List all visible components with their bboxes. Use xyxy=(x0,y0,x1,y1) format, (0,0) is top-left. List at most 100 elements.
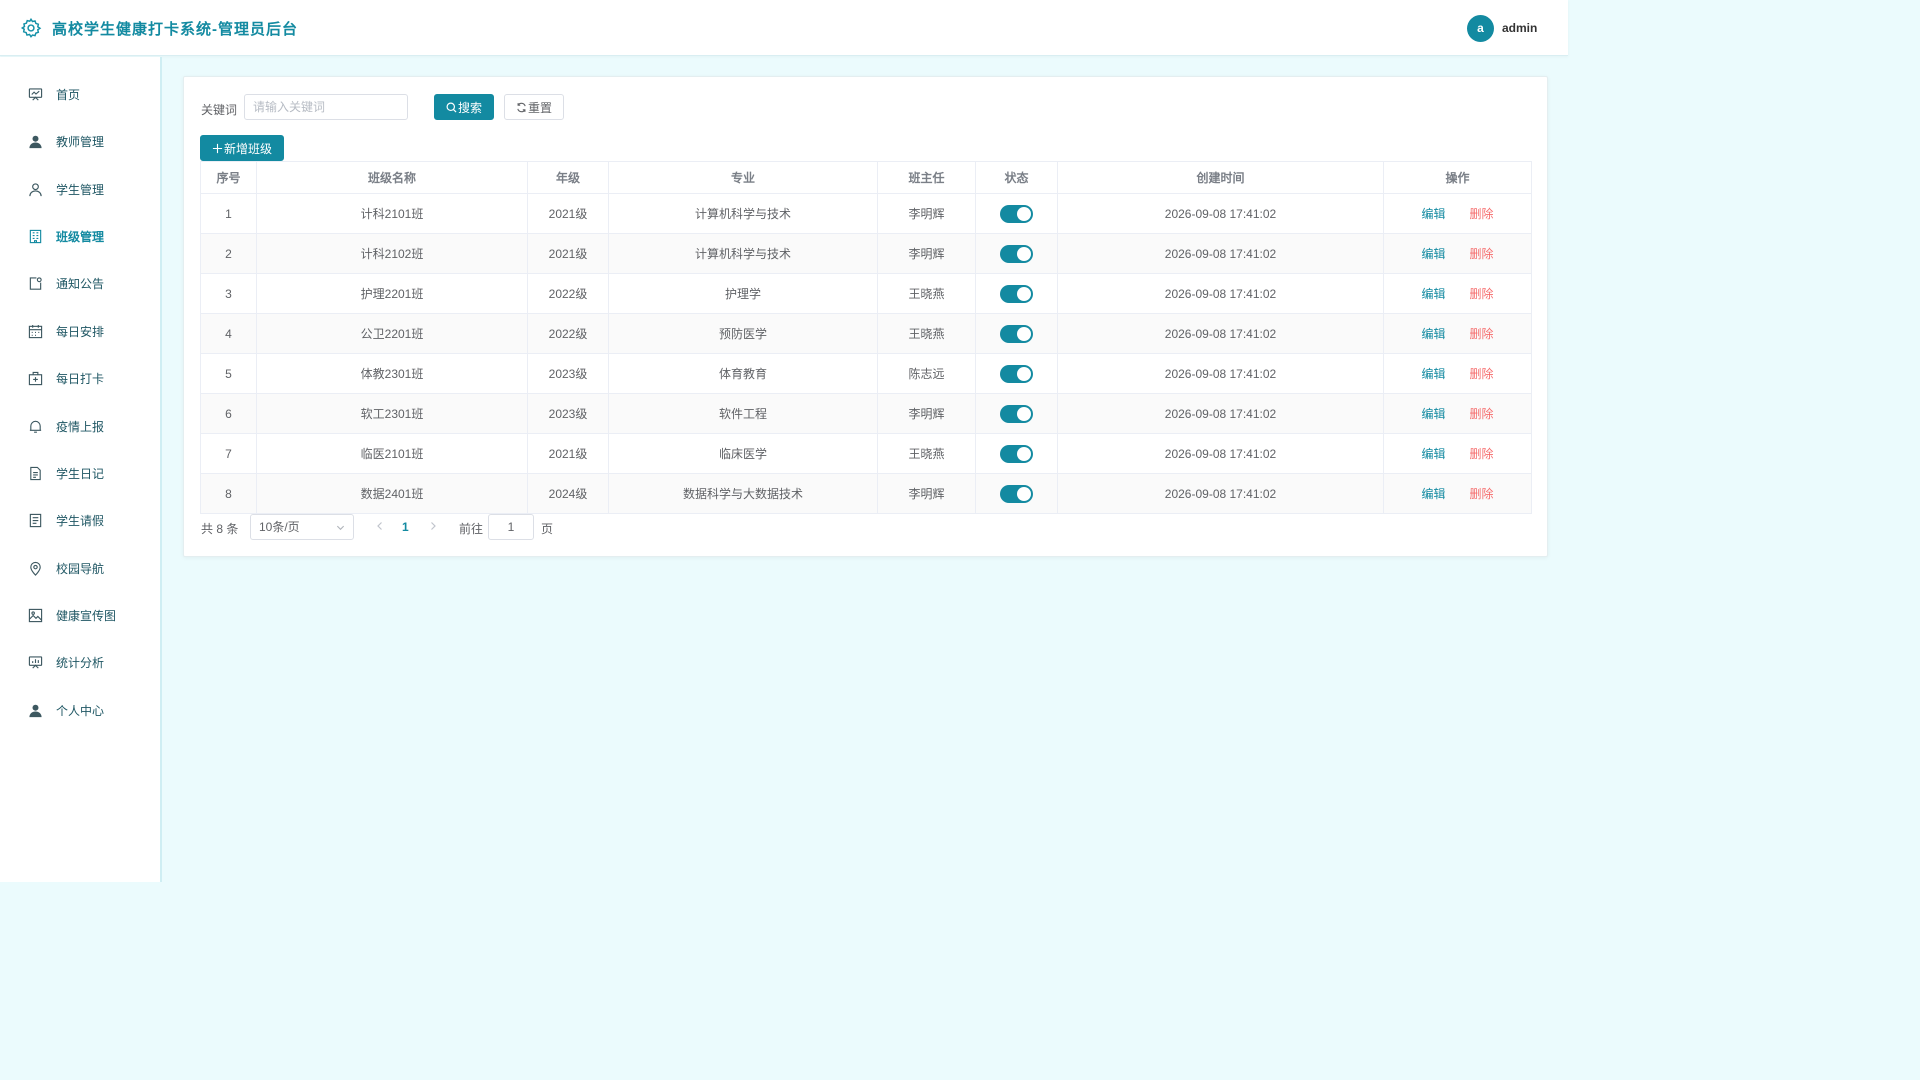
pagination-total: 共 8 条 xyxy=(201,522,239,536)
cell-name: 计科2101班 xyxy=(256,193,528,234)
column-header[interactable]: 专业 xyxy=(608,161,878,194)
cell-created: 2026-09-08 17:41:02 xyxy=(1057,433,1384,474)
sidebar-item-label: 个人中心 xyxy=(56,703,105,718)
sidebar-item-profile[interactable]: 个人中心 xyxy=(0,690,160,730)
main-card: 关键词 搜索 重置 新增班级 序号 班级名称 年级 专业 班主任 状态 创建时间… xyxy=(183,76,1548,557)
column-header[interactable]: 创建时间 xyxy=(1057,161,1384,194)
prev-page-button[interactable] xyxy=(375,519,385,533)
sidebar-item-home[interactable]: 首页 xyxy=(0,74,160,114)
status-toggle[interactable] xyxy=(1000,444,1033,463)
table-header-row: 序号 班级名称 年级 专业 班主任 状态 创建时间 操作 xyxy=(200,161,1532,194)
page-size-select[interactable]: 10条/页 xyxy=(250,514,354,540)
toggle-knob xyxy=(1017,326,1031,341)
table-row: 1 计科2101班 2021级 计算机科学与技术 李明辉 2026-09-08 17:41… xyxy=(200,193,1532,234)
edit-button[interactable]: 编辑 xyxy=(1421,287,1445,301)
delete-button[interactable]: 删除 xyxy=(1470,407,1494,421)
avatar[interactable]: a xyxy=(1467,15,1494,42)
status-toggle[interactable] xyxy=(1000,324,1033,343)
cell-no: 7 xyxy=(200,433,257,474)
cell-name: 软工2301班 xyxy=(256,393,528,434)
table-row: 4 公卫2201班 2022级 预防医学 王晓燕 2026-09-08 17:41:02 编… xyxy=(200,313,1532,354)
delete-button[interactable]: 删除 xyxy=(1470,287,1494,301)
delete-button[interactable]: 删除 xyxy=(1470,487,1494,501)
delete-button[interactable]: 删除 xyxy=(1470,327,1494,341)
edit-button[interactable]: 编辑 xyxy=(1421,447,1445,461)
reset-button[interactable]: 重置 xyxy=(504,94,564,120)
next-page-button[interactable] xyxy=(428,519,438,533)
cell-created: 2026-09-08 17:41:02 xyxy=(1057,473,1384,514)
sidebar-item-health-posters[interactable]: 健康宣传图 xyxy=(0,595,160,635)
delete-button[interactable]: 删除 xyxy=(1470,247,1494,261)
cell-grade: 2021级 xyxy=(527,433,609,474)
cell-teacher: 李明辉 xyxy=(877,193,976,234)
dashboard-icon xyxy=(28,87,43,101)
sidebar-item-classes[interactable]: 班级管理 xyxy=(0,216,160,256)
cell-grade: 2022级 xyxy=(527,273,609,314)
sidebar-item-label: 学生管理 xyxy=(56,182,105,197)
column-header[interactable]: 班级名称 xyxy=(256,161,528,194)
goto-page-input[interactable] xyxy=(488,514,534,540)
edit-button[interactable]: 编辑 xyxy=(1421,487,1445,501)
search-button[interactable]: 搜索 xyxy=(434,94,494,120)
keyword-input[interactable] xyxy=(244,94,408,120)
username[interactable]: admin xyxy=(1502,21,1537,35)
sidebar-item-campus-nav[interactable]: 校园导航 xyxy=(0,548,160,588)
data-board-icon xyxy=(28,655,43,669)
sidebar-item-label: 校园导航 xyxy=(56,561,105,576)
sidebar-item-leave[interactable]: 学生请假 xyxy=(0,500,160,540)
sidebar-item-label: 通知公告 xyxy=(56,276,105,291)
sidebar-item-schedule[interactable]: 每日安排 xyxy=(0,311,160,351)
table-row: 5 体教2301班 2023级 体育教育 陈志远 2026-09-08 17:41:02 编… xyxy=(200,353,1532,394)
document-icon xyxy=(30,466,41,480)
column-header[interactable]: 班主任 xyxy=(877,161,976,194)
sidebar-item-epidemic-report[interactable]: 疫情上报 xyxy=(0,406,160,446)
add-class-button[interactable]: 新增班级 xyxy=(200,135,284,161)
edit-button[interactable]: 编辑 xyxy=(1421,207,1445,221)
cell-name: 公卫2201班 xyxy=(256,313,528,354)
cell-name: 计科2102班 xyxy=(256,233,528,274)
delete-button[interactable]: 删除 xyxy=(1470,447,1494,461)
sidebar-item-students[interactable]: 学生管理 xyxy=(0,169,160,209)
column-header[interactable]: 状态 xyxy=(975,161,1058,194)
column-header[interactable]: 序号 xyxy=(200,161,257,194)
cell-grade: 2021级 xyxy=(527,233,609,274)
cell-no: 3 xyxy=(200,273,257,314)
column-header[interactable]: 操作 xyxy=(1383,161,1532,194)
status-toggle[interactable] xyxy=(1000,204,1033,223)
cell-created: 2026-09-08 17:41:02 xyxy=(1057,353,1384,394)
page-number-current[interactable]: 1 xyxy=(402,520,409,534)
sidebar-item-diary[interactable]: 学生日记 xyxy=(0,453,160,493)
page-suffix-label: 页 xyxy=(541,522,554,536)
sidebar-item-label: 统计分析 xyxy=(56,655,105,670)
status-toggle[interactable] xyxy=(1000,284,1033,303)
cell-actions: 编辑 删除 xyxy=(1383,433,1532,474)
edit-button[interactable]: 编辑 xyxy=(1421,367,1445,381)
table-row: 2 计科2102班 2021级 计算机科学与技术 李明辉 2026-09-08 17:41… xyxy=(200,233,1532,274)
delete-button[interactable]: 删除 xyxy=(1470,367,1494,381)
status-toggle[interactable] xyxy=(1000,484,1033,503)
cell-teacher: 王晓燕 xyxy=(877,313,976,354)
bell-icon xyxy=(29,420,42,433)
cell-no: 4 xyxy=(200,313,257,354)
cell-name: 护理2201班 xyxy=(256,273,528,314)
toggle-knob xyxy=(1017,446,1031,461)
status-toggle[interactable] xyxy=(1000,364,1033,383)
sidebar-item-label: 教师管理 xyxy=(56,134,105,149)
sidebar-item-label: 首页 xyxy=(56,87,81,102)
sidebar: 首页 教师管理 学生管理 班级管理 通知公告 每日安排 每日打卡 疫情上报 学生… xyxy=(0,57,162,882)
sidebar-item-checkin[interactable]: 每日打卡 xyxy=(0,358,160,398)
edit-button[interactable]: 编辑 xyxy=(1421,407,1445,421)
cell-no: 2 xyxy=(200,233,257,274)
cell-grade: 2023级 xyxy=(527,393,609,434)
status-toggle[interactable] xyxy=(1000,244,1033,263)
edit-button[interactable]: 编辑 xyxy=(1421,327,1445,341)
sidebar-item-teachers[interactable]: 教师管理 xyxy=(0,121,160,161)
status-toggle[interactable] xyxy=(1000,404,1033,423)
sidebar-item-statistics[interactable]: 统计分析 xyxy=(0,642,160,682)
cell-name: 数据2401班 xyxy=(256,473,528,514)
sidebar-item-notices[interactable]: 通知公告 xyxy=(0,263,160,303)
edit-button[interactable]: 编辑 xyxy=(1421,247,1445,261)
delete-button[interactable]: 删除 xyxy=(1470,207,1494,221)
column-header[interactable]: 年级 xyxy=(527,161,609,194)
tickets-icon xyxy=(29,513,42,527)
